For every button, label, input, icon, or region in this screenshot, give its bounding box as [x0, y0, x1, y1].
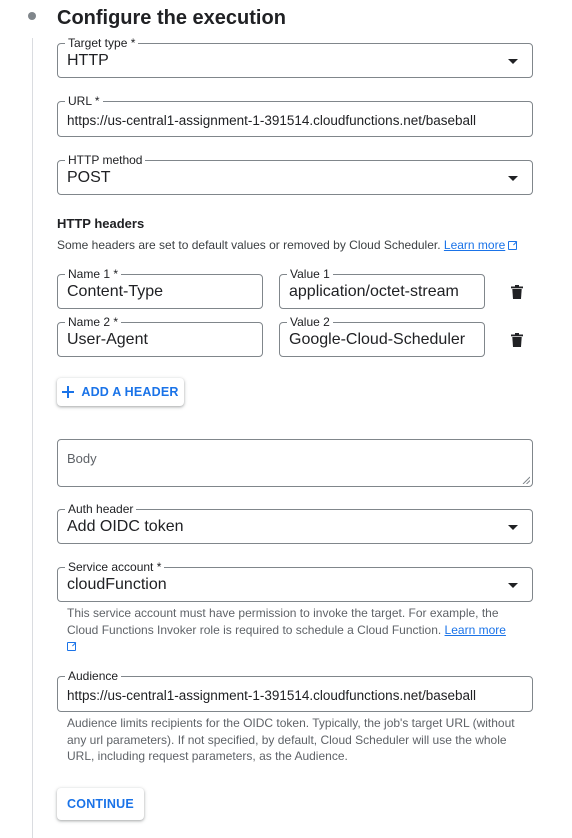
audience-label: Audience — [65, 669, 122, 683]
header-value-2-label: Value 2 — [287, 315, 333, 329]
service-account-learn-more-link[interactable]: Learn more — [445, 623, 506, 637]
plus-icon — [62, 386, 75, 398]
step-rail — [32, 38, 33, 838]
header-value-1-input[interactable]: Value 1 application/octet-stream — [279, 267, 485, 309]
http-method-select[interactable]: HTTP method POST — [57, 153, 533, 195]
http-headers-description: Some headers are set to default values o… — [57, 238, 518, 252]
header-value-1-value: application/octet-stream — [289, 283, 459, 300]
dropdown-caret-icon — [508, 583, 518, 588]
auth-header-select[interactable]: Auth header Add OIDC token — [57, 502, 533, 544]
http-headers-title: HTTP headers — [57, 216, 145, 231]
header-name-1-value: Content-Type — [67, 283, 164, 300]
continue-button-label: CONTINUE — [67, 797, 134, 811]
audience-value: https://us-central1-assignment-1-391514.… — [67, 688, 476, 703]
external-link-icon — [508, 241, 518, 250]
step-indicator-dot — [28, 12, 36, 20]
header-name-2-label: Name 2 * — [65, 315, 122, 329]
http-method-label: HTTP method — [65, 153, 146, 167]
header-name-2-value: User-Agent — [67, 331, 148, 348]
external-link-icon — [67, 642, 76, 651]
auth-header-value: Add OIDC token — [67, 518, 184, 535]
add-header-button[interactable]: ADD A HEADER — [57, 378, 184, 406]
delete-icon[interactable] — [511, 285, 523, 299]
header-value-1-label: Value 1 — [287, 267, 333, 281]
resize-handle-icon[interactable] — [522, 476, 530, 484]
url-input[interactable]: URL * https://us-central1-assignment-1-3… — [57, 94, 533, 137]
service-account-label: Service account * — [65, 560, 165, 574]
header-value-2-input[interactable]: Value 2 Google-Cloud-Scheduler — [279, 315, 485, 357]
header-name-1-label: Name 1 * — [65, 267, 122, 281]
url-label: URL * — [65, 94, 103, 108]
step-title: Configure the execution — [57, 7, 286, 29]
body-placeholder: Body — [67, 451, 97, 466]
url-value: https://us-central1-assignment-1-391514.… — [67, 113, 476, 128]
dropdown-caret-icon — [508, 176, 518, 181]
header-name-2-input[interactable]: Name 2 * User-Agent — [57, 315, 263, 357]
dropdown-caret-icon — [508, 525, 518, 530]
http-method-value: POST — [67, 169, 111, 186]
dropdown-caret-icon — [508, 59, 518, 64]
delete-icon[interactable] — [511, 333, 523, 347]
continue-button[interactable]: CONTINUE — [57, 788, 144, 820]
body-textarea[interactable]: Body — [57, 439, 533, 487]
audience-help: Audience limits recipients for the OIDC … — [67, 716, 515, 763]
service-account-help-text: This service account must have permissio… — [67, 606, 499, 637]
auth-header-label: Auth header — [65, 502, 137, 516]
target-type-select[interactable]: Target type * HTTP — [57, 36, 533, 78]
service-account-help: This service account must have permissio… — [67, 605, 517, 655]
target-type-label: Target type * — [65, 36, 139, 50]
add-header-button-label: ADD A HEADER — [81, 385, 179, 399]
header-name-1-input[interactable]: Name 1 * Content-Type — [57, 267, 263, 309]
http-headers-description-text: Some headers are set to default values o… — [57, 238, 441, 252]
service-account-value: cloudFunction — [67, 576, 167, 593]
audience-input[interactable]: Audience https://us-central1-assignment-… — [57, 669, 533, 712]
header-value-2-value: Google-Cloud-Scheduler — [289, 331, 466, 348]
service-account-select[interactable]: Service account * cloudFunction — [57, 560, 533, 602]
learn-more-link[interactable]: Learn more — [444, 238, 505, 252]
target-type-value: HTTP — [67, 52, 109, 69]
